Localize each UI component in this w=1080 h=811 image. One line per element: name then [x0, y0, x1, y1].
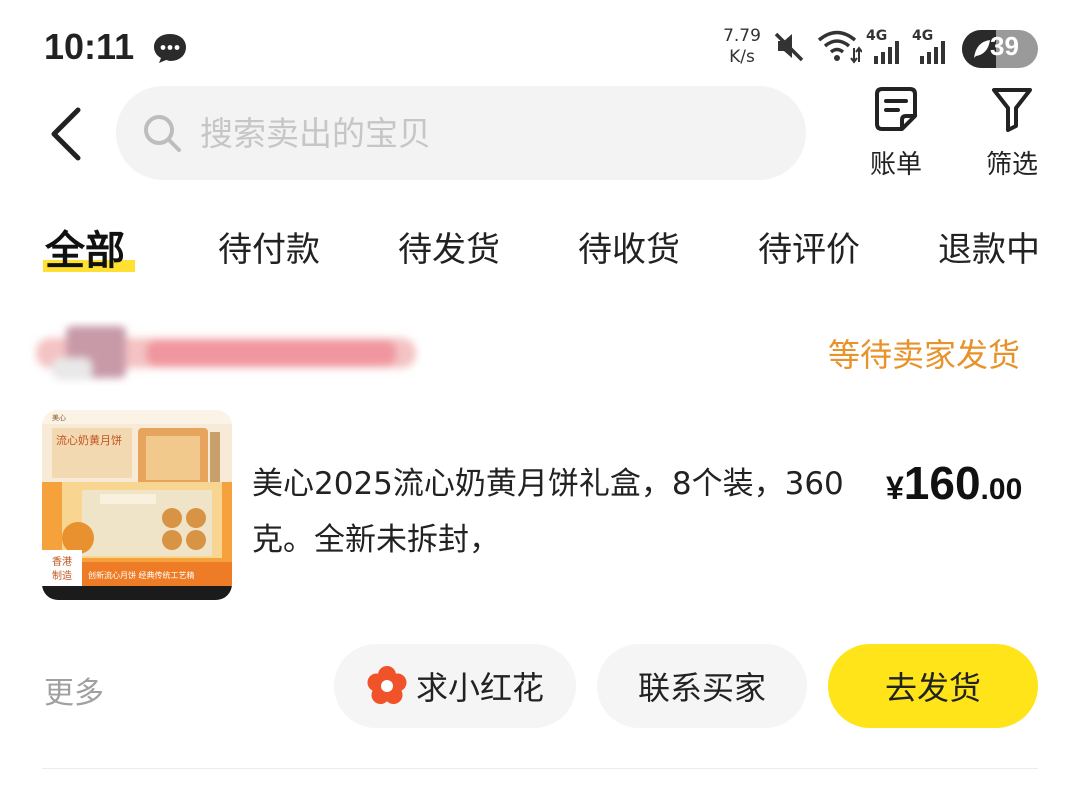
order-status: 等待卖家发货 [828, 336, 1021, 374]
speed-value: 7.79 [723, 26, 761, 46]
order-price: ¥160.00 [886, 456, 1022, 510]
price-currency: ¥ [886, 470, 904, 506]
tab-pending-payment[interactable]: 待付款 [218, 222, 320, 271]
contact-buyer-button[interactable]: 联系买家 [597, 644, 807, 728]
filter-label: 筛选 [985, 150, 1038, 180]
buyer-name-blurred[interactable] [26, 318, 422, 386]
image-badge-line1: 香港 [52, 556, 72, 568]
back-arrow-icon[interactable] [46, 104, 86, 164]
divider [42, 768, 1038, 769]
tab-all[interactable]: 全部 [45, 218, 125, 276]
product-title[interactable]: 美心2025流心奶黄月饼礼盒，8个装，360克。全新未拆封， [252, 456, 852, 568]
tab-pending-shipment[interactable]: 待发货 [398, 222, 500, 271]
tab-refunding[interactable]: 退款中 [938, 222, 1040, 271]
message-bubble-icon [154, 34, 186, 63]
bill-button[interactable]: 账单 [856, 86, 936, 181]
network-speed: 7.79 K/s [722, 26, 762, 68]
tab-pending-review[interactable]: 待评价 [758, 222, 860, 271]
filter-button[interactable]: 筛选 [972, 86, 1052, 181]
search-input[interactable] [198, 112, 762, 154]
flower-label: 求小红花 [415, 669, 544, 707]
search-bar[interactable] [116, 86, 806, 180]
signal-icon: 4G [866, 28, 906, 66]
image-badge-line2: 制造 [52, 569, 72, 582]
tab-pending-receipt[interactable]: 待收货 [578, 222, 680, 271]
search-icon [144, 115, 181, 152]
bill-label: 账单 [869, 150, 922, 180]
battery-level: 39 [990, 31, 1019, 61]
request-flower-button[interactable]: 求小红花 [334, 644, 576, 728]
filter-icon [992, 88, 1032, 132]
status-time: 10:11 [44, 26, 135, 67]
mute-icon [774, 32, 804, 62]
signal-icon: 4G [912, 28, 952, 66]
speed-unit: K/s [729, 47, 755, 67]
price-decimal: .00 [980, 473, 1023, 506]
product-image[interactable]: 美心 流心奶黄月饼 香港 制造 创新流心月饼 经典传统工艺精 [42, 410, 232, 600]
image-box-title: 流心奶黄月饼 [56, 433, 122, 447]
image-banner-text: 创新流心月饼 经典传统工艺精 [88, 570, 195, 580]
price-integer: 160 [903, 457, 981, 509]
more-button[interactable]: 更多 [44, 668, 104, 712]
bill-icon [875, 87, 917, 131]
red-flower-icon [367, 666, 407, 704]
wifi-icon [817, 30, 862, 64]
tab-label: 全部 [45, 228, 125, 274]
image-brand-text: 美心 [52, 413, 66, 422]
ship-button[interactable]: 去发货 [828, 644, 1038, 728]
